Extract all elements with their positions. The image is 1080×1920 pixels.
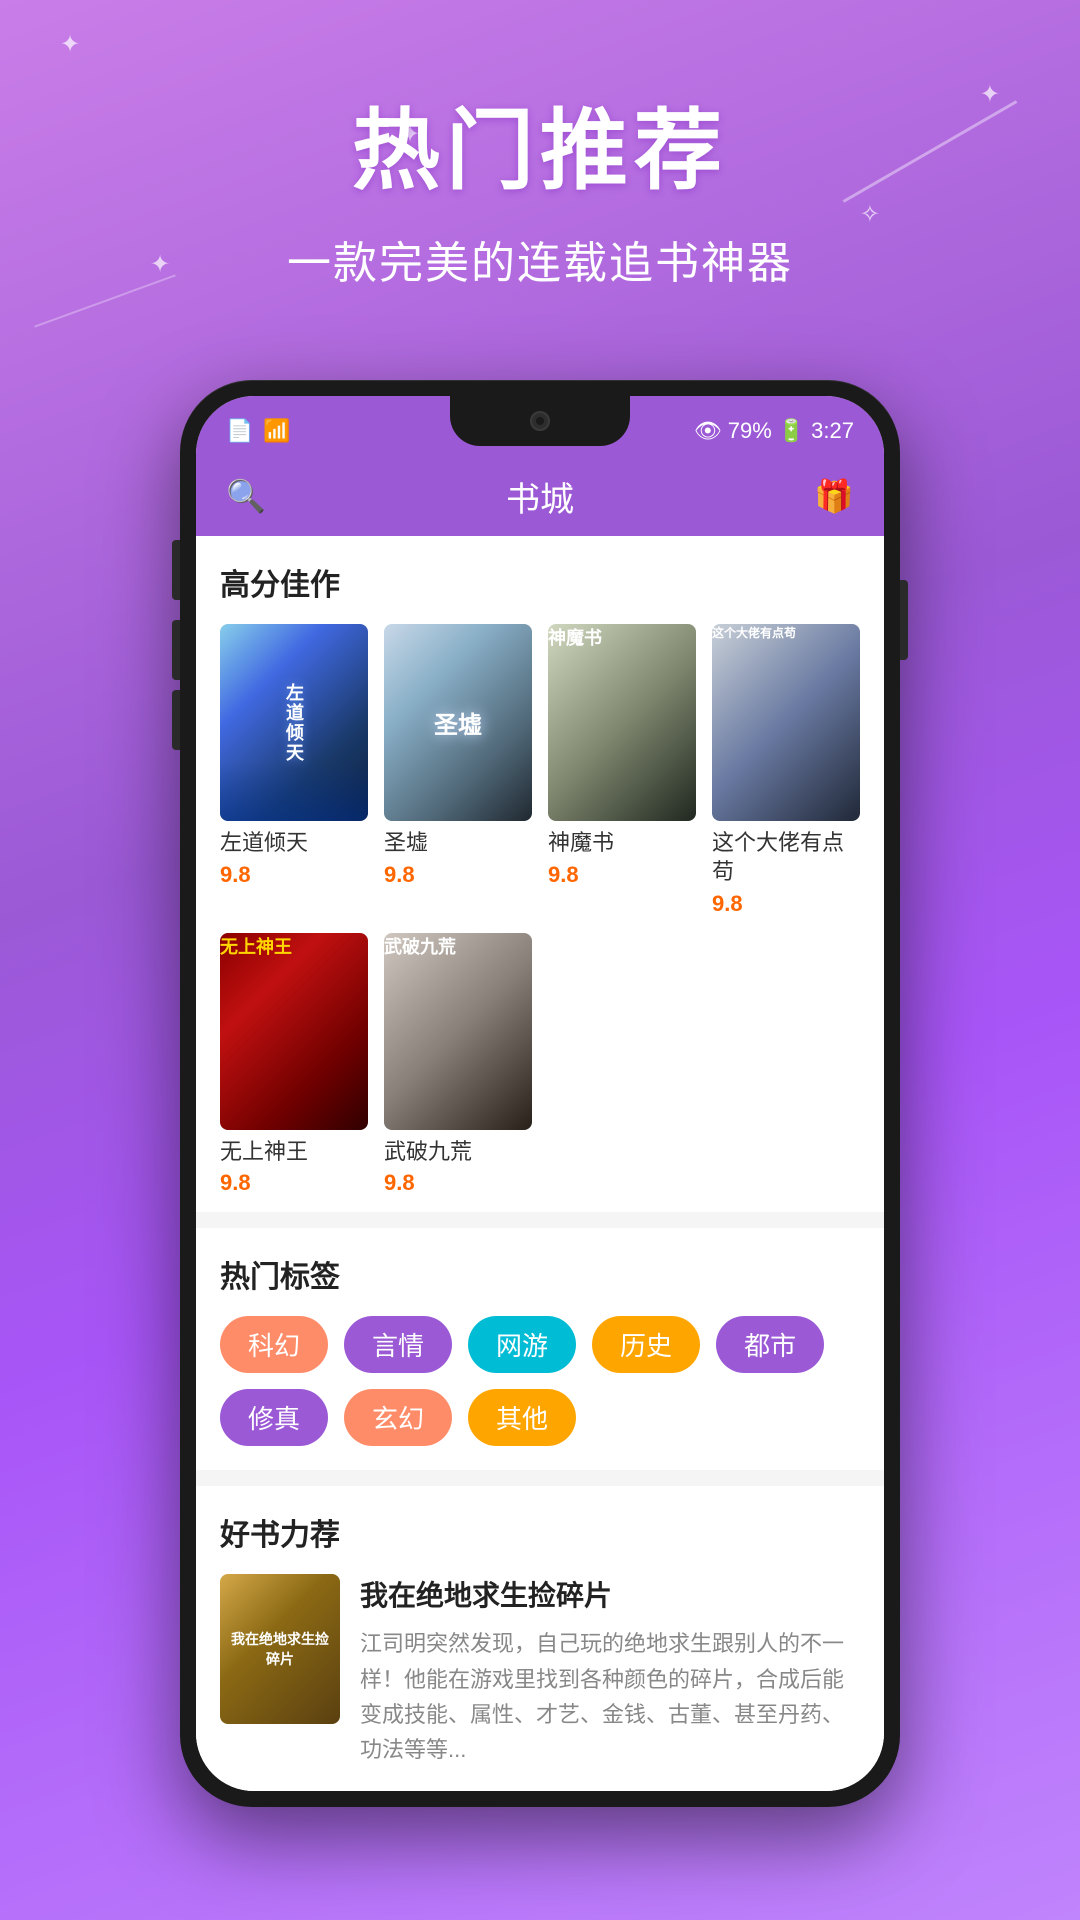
page-subtitle: 一款完美的连载追书神器 — [0, 227, 1080, 291]
tag-romance[interactable]: 言情 — [344, 1316, 452, 1373]
page-header: 热门推荐 一款完美的连载追书神器 — [0, 0, 1080, 291]
book-score-1: 9.8 — [220, 862, 368, 888]
good-books-title: 好书力荐 — [220, 1510, 860, 1554]
book-cover-1 — [220, 624, 368, 821]
tag-cultivation[interactable]: 修真 — [220, 1389, 328, 1446]
app-bar-title: 书城 — [506, 472, 574, 521]
wifi-icon: 📶 — [263, 418, 290, 444]
book-item-2[interactable]: 圣墟 9.8 — [384, 624, 532, 917]
book-item-4[interactable]: 这个大佬有点苟 9.8 — [712, 624, 860, 917]
search-button[interactable]: 🔍 — [226, 477, 266, 515]
tag-history[interactable]: 历史 — [592, 1316, 700, 1373]
gift-button[interactable]: 🎁 — [814, 477, 854, 515]
camera-lens — [530, 411, 550, 431]
phone-notch — [450, 396, 630, 446]
book-cover-6 — [384, 933, 532, 1130]
book-score-4: 9.8 — [712, 891, 860, 917]
phone-mockup: 📄 📶 👁 79% 🔋 3:27 🔍 书城 🎁 — [180, 380, 900, 1807]
tag-game[interactable]: 网游 — [468, 1316, 576, 1373]
high-score-section: 高分佳作 左道倾天 9.8 圣墟 9.8 — [196, 536, 884, 1212]
status-left: 📄 📶 — [226, 418, 291, 444]
book-name-3: 神魔书 — [548, 829, 696, 858]
page-main-title: 热门推荐 — [0, 80, 1080, 207]
app-bar: 🔍 书城 🎁 — [196, 456, 884, 536]
good-books-section: 好书力荐 我在绝地求生捡碎片 江司明突然发现，自己玩的绝地求生跟别人的不一样！他… — [196, 1486, 884, 1791]
recommend-desc-1: 江司明突然发现，自己玩的绝地求生跟别人的不一样！他能在游戏里找到各种颜色的碎片，… — [360, 1626, 860, 1767]
eye-icon: 👁 — [694, 418, 722, 444]
recommend-item-1[interactable]: 我在绝地求生捡碎片 江司明突然发现，自己玩的绝地求生跟别人的不一样！他能在游戏里… — [220, 1574, 860, 1767]
tags-grid: 科幻 言情 网游 历史 都市 修真 玄幻 其他 — [220, 1316, 860, 1446]
book-cover-5 — [220, 933, 368, 1130]
file-icon: 📄 — [226, 418, 253, 444]
book-name-1: 左道倾天 — [220, 829, 368, 858]
book-name-6: 武破九荒 — [384, 1138, 532, 1167]
clock: 3:27 — [811, 418, 854, 444]
book-cover-3 — [548, 624, 696, 821]
status-right: 👁 79% 🔋 3:27 — [694, 418, 854, 444]
content-area: 高分佳作 左道倾天 9.8 圣墟 9.8 — [196, 536, 884, 1791]
recommend-info-1: 我在绝地求生捡碎片 江司明突然发现，自己玩的绝地求生跟别人的不一样！他能在游戏里… — [360, 1574, 860, 1767]
battery-percent: 79% — [728, 418, 772, 444]
tag-sci[interactable]: 科幻 — [220, 1316, 328, 1373]
book-score-2: 9.8 — [384, 862, 532, 888]
book-name-4: 这个大佬有点苟 — [712, 829, 860, 886]
book-item-6[interactable]: 武破九荒 9.8 — [384, 933, 532, 1197]
book-score-5: 9.8 — [220, 1170, 368, 1196]
book-name-5: 无上神王 — [220, 1138, 368, 1167]
hot-tags-section: 热门标签 科幻 言情 网游 历史 都市 修真 玄幻 其他 — [196, 1228, 884, 1470]
book-score-6: 9.8 — [384, 1170, 532, 1196]
tag-city[interactable]: 都市 — [716, 1316, 824, 1373]
tag-other[interactable]: 其他 — [468, 1389, 576, 1446]
recommend-title-1: 我在绝地求生捡碎片 — [360, 1574, 860, 1614]
recommend-cover-1 — [220, 1574, 340, 1724]
phone-screen: 📄 📶 👁 79% 🔋 3:27 🔍 书城 🎁 — [196, 396, 884, 1791]
battery-icon: 🔋 — [778, 418, 805, 444]
book-name-2: 圣墟 — [384, 829, 532, 858]
book-item-5[interactable]: 无上神王 9.8 — [220, 933, 368, 1197]
tag-fantasy[interactable]: 玄幻 — [344, 1389, 452, 1446]
book-score-3: 9.8 — [548, 862, 696, 888]
book-cover-4 — [712, 624, 860, 821]
book-cover-2 — [384, 624, 532, 821]
book-item-1[interactable]: 左道倾天 9.8 — [220, 624, 368, 917]
book-item-3[interactable]: 神魔书 9.8 — [548, 624, 696, 917]
book-grid: 左道倾天 9.8 圣墟 9.8 神魔书 9. — [220, 624, 860, 1196]
high-score-title: 高分佳作 — [220, 560, 860, 604]
phone-outer-shell: 📄 📶 👁 79% 🔋 3:27 🔍 书城 🎁 — [180, 380, 900, 1807]
hot-tags-title: 热门标签 — [220, 1252, 860, 1296]
